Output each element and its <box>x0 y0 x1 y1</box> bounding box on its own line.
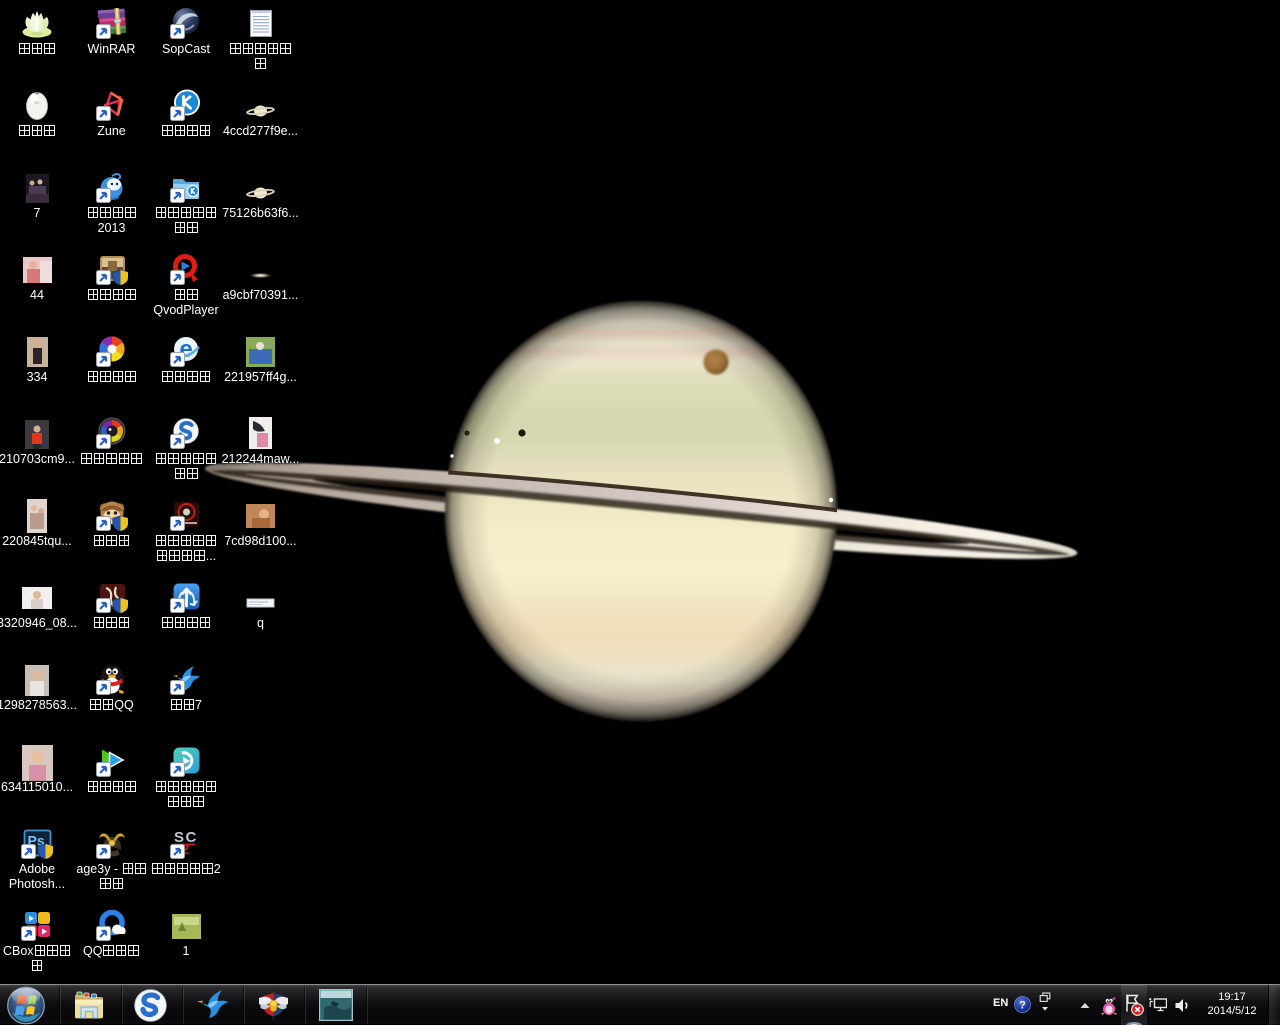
svg-text:?: ? <box>1019 1000 1026 1012</box>
